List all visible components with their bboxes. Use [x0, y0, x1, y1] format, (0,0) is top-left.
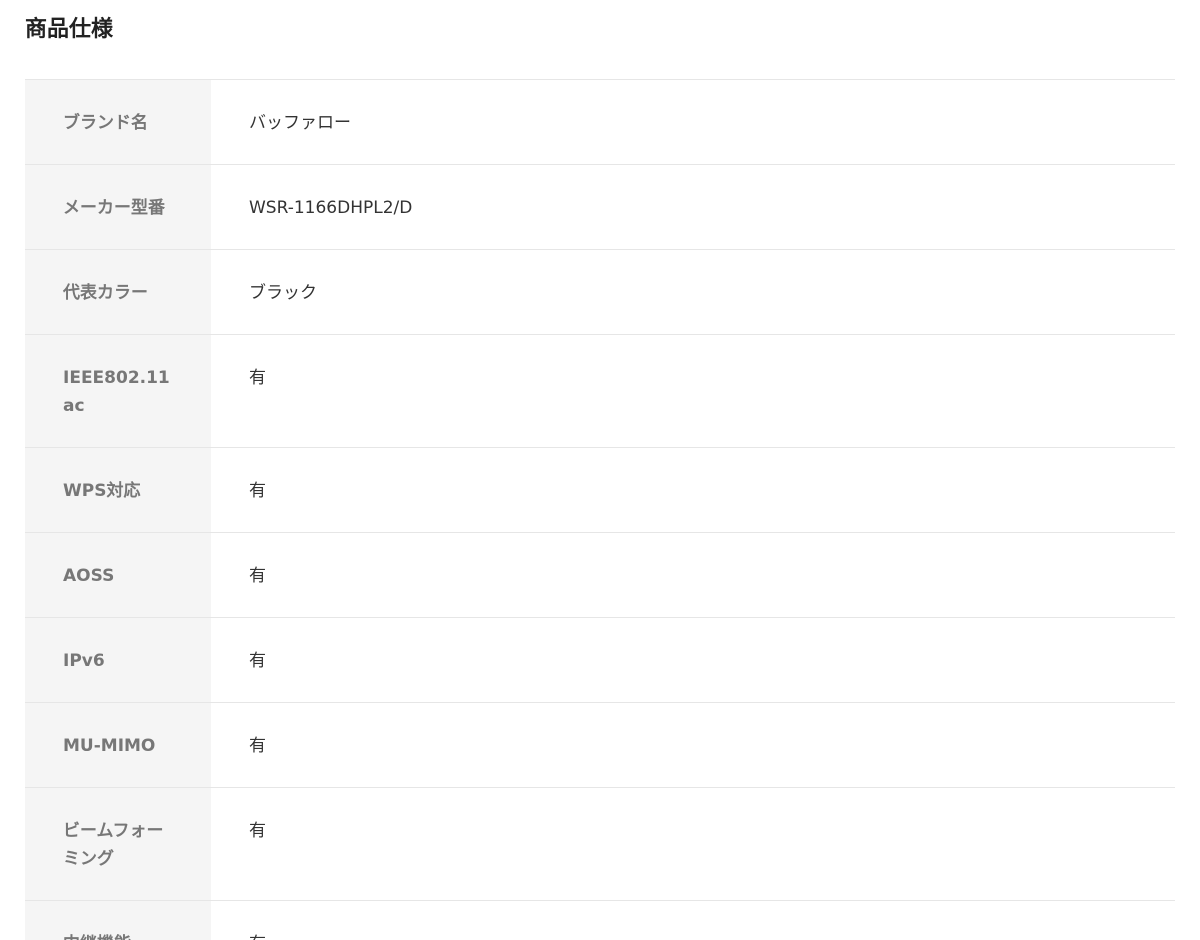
spec-value: 有 — [249, 821, 266, 841]
spec-value: 有 — [249, 736, 266, 756]
spec-label: ビームフォーミング — [25, 787, 211, 901]
spec-row-repeater: 中継機能 有 — [25, 900, 1175, 940]
spec-label: IEEE802.11ac — [25, 334, 211, 448]
spec-row-model-number: メーカー型番 WSR-1166DHPL2/D — [25, 164, 1175, 250]
spec-label: メーカー型番 — [25, 164, 211, 250]
spec-row-mu-mimo: MU-MIMO 有 — [25, 702, 1175, 788]
spec-value: 有 — [249, 651, 266, 671]
spec-value: 有 — [249, 368, 266, 388]
spec-value: バッファロー — [249, 113, 351, 133]
spec-table: ブランド名 バッファロー メーカー型番 WSR-1166DHPL2/D 代表カラ… — [25, 79, 1175, 940]
spec-value: 有 — [211, 901, 1175, 940]
spec-row-ipv6: IPv6 有 — [25, 617, 1175, 703]
spec-label: WPS対応 — [25, 447, 211, 533]
spec-label: ブランド名 — [25, 79, 211, 165]
spec-label: 中継機能 — [25, 900, 211, 940]
page-title: 商品仕様 — [25, 17, 114, 42]
spec-label: AOSS — [25, 532, 211, 618]
spec-label: 代表カラー — [25, 249, 211, 335]
spec-label: MU-MIMO — [25, 702, 211, 788]
spec-value: WSR-1166DHPL2/D — [249, 198, 413, 218]
spec-row-brand: ブランド名 バッファロー — [25, 79, 1175, 165]
spec-value: 有 — [249, 481, 266, 501]
spec-value: ブラック — [249, 283, 317, 303]
spec-row-wps: WPS対応 有 — [25, 447, 1175, 533]
spec-row-aoss: AOSS 有 — [25, 532, 1175, 618]
spec-row-color: 代表カラー ブラック — [25, 249, 1175, 335]
product-spec-page: 商品仕様 ブランド名 バッファロー メーカー型番 WSR-1166DHPL2/D… — [0, 0, 1200, 940]
spec-value: 有 — [249, 566, 266, 586]
spec-label: IPv6 — [25, 617, 211, 703]
spec-row-beamforming: ビームフォーミング 有 — [25, 787, 1175, 901]
spec-row-ieee80211ac: IEEE802.11ac 有 — [25, 334, 1175, 448]
